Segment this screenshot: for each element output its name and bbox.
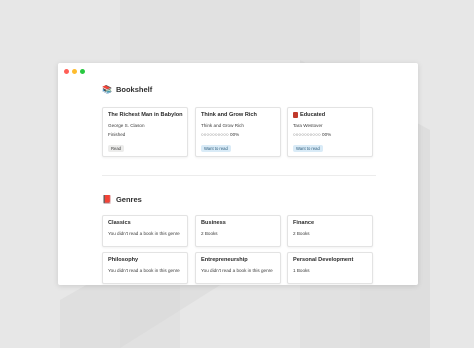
- book-title: The Richest Man in Babylon: [108, 112, 183, 118]
- maximize-window-button[interactable]: [80, 69, 85, 74]
- genre-card[interactable]: Philosophy You didn't read a book in thi…: [102, 252, 188, 284]
- book-card[interactable]: The Richest Man in Babylon George S. Cla…: [102, 107, 188, 157]
- book-title: Educated: [300, 112, 326, 118]
- genre-subtitle: 2 Books: [201, 231, 218, 236]
- genre-title: Business: [201, 220, 226, 226]
- book-progress: ○○○○○○○○○○ 00%: [201, 132, 240, 137]
- status-badge: Read: [108, 145, 125, 152]
- genre-title: Finance: [293, 220, 315, 226]
- bookshelf-heading: 📚 Bookshelf: [102, 85, 152, 94]
- genre-title: Philosophy: [108, 257, 139, 263]
- genres-heading: 📕 Genres: [102, 195, 142, 204]
- genres-title: Genres: [115, 195, 142, 204]
- books-icon: 📚: [102, 84, 112, 94]
- app-window: 📚 Bookshelf The Richest Man in Babylon G…: [58, 63, 418, 285]
- genre-subtitle: You didn't read a book in this genre: [108, 268, 180, 273]
- minimize-window-button[interactable]: [72, 69, 77, 74]
- window-controls: [64, 69, 85, 74]
- book-status: Finished: [108, 132, 126, 137]
- status-badge: Want to read: [293, 145, 323, 152]
- genre-card[interactable]: Entrepreneurship You didn't read a book …: [195, 252, 281, 284]
- book-author: Think and Grow Rich: [201, 123, 244, 128]
- book-card[interactable]: Educated Tara Westover ○○○○○○○○○○ 00% Wa…: [287, 107, 373, 157]
- section-divider: [102, 175, 376, 176]
- book-author: Tara Westover: [293, 123, 323, 128]
- red-book-icon: [293, 112, 298, 118]
- genre-title: Personal Development: [293, 257, 354, 263]
- book-progress: ○○○○○○○○○○ 00%: [293, 132, 332, 137]
- status-badge: Want to read: [201, 145, 231, 152]
- genre-subtitle: You didn't read a book in this genre: [108, 231, 180, 236]
- genre-card[interactable]: Personal Development 1 Books: [287, 252, 373, 284]
- red-books-icon: 📕: [102, 194, 112, 204]
- book-author: George S. Clason: [108, 123, 145, 128]
- genre-card[interactable]: Business 2 Books: [195, 215, 281, 247]
- genre-subtitle: 1 Books: [293, 268, 310, 273]
- genre-card[interactable]: Classics You didn't read a book in this …: [102, 215, 188, 247]
- close-window-button[interactable]: [64, 69, 69, 74]
- genre-subtitle: You didn't read a book in this genre: [201, 268, 273, 273]
- book-title: Think and Grow Rich: [201, 112, 257, 118]
- genre-card[interactable]: Finance 2 Books: [287, 215, 373, 247]
- genre-subtitle: 2 Books: [293, 231, 310, 236]
- book-card[interactable]: Think and Grow Rich Think and Grow Rich …: [195, 107, 281, 157]
- genre-title: Entrepreneurship: [201, 257, 248, 263]
- bookshelf-title: Bookshelf: [115, 85, 153, 94]
- genre-title: Classics: [108, 220, 131, 226]
